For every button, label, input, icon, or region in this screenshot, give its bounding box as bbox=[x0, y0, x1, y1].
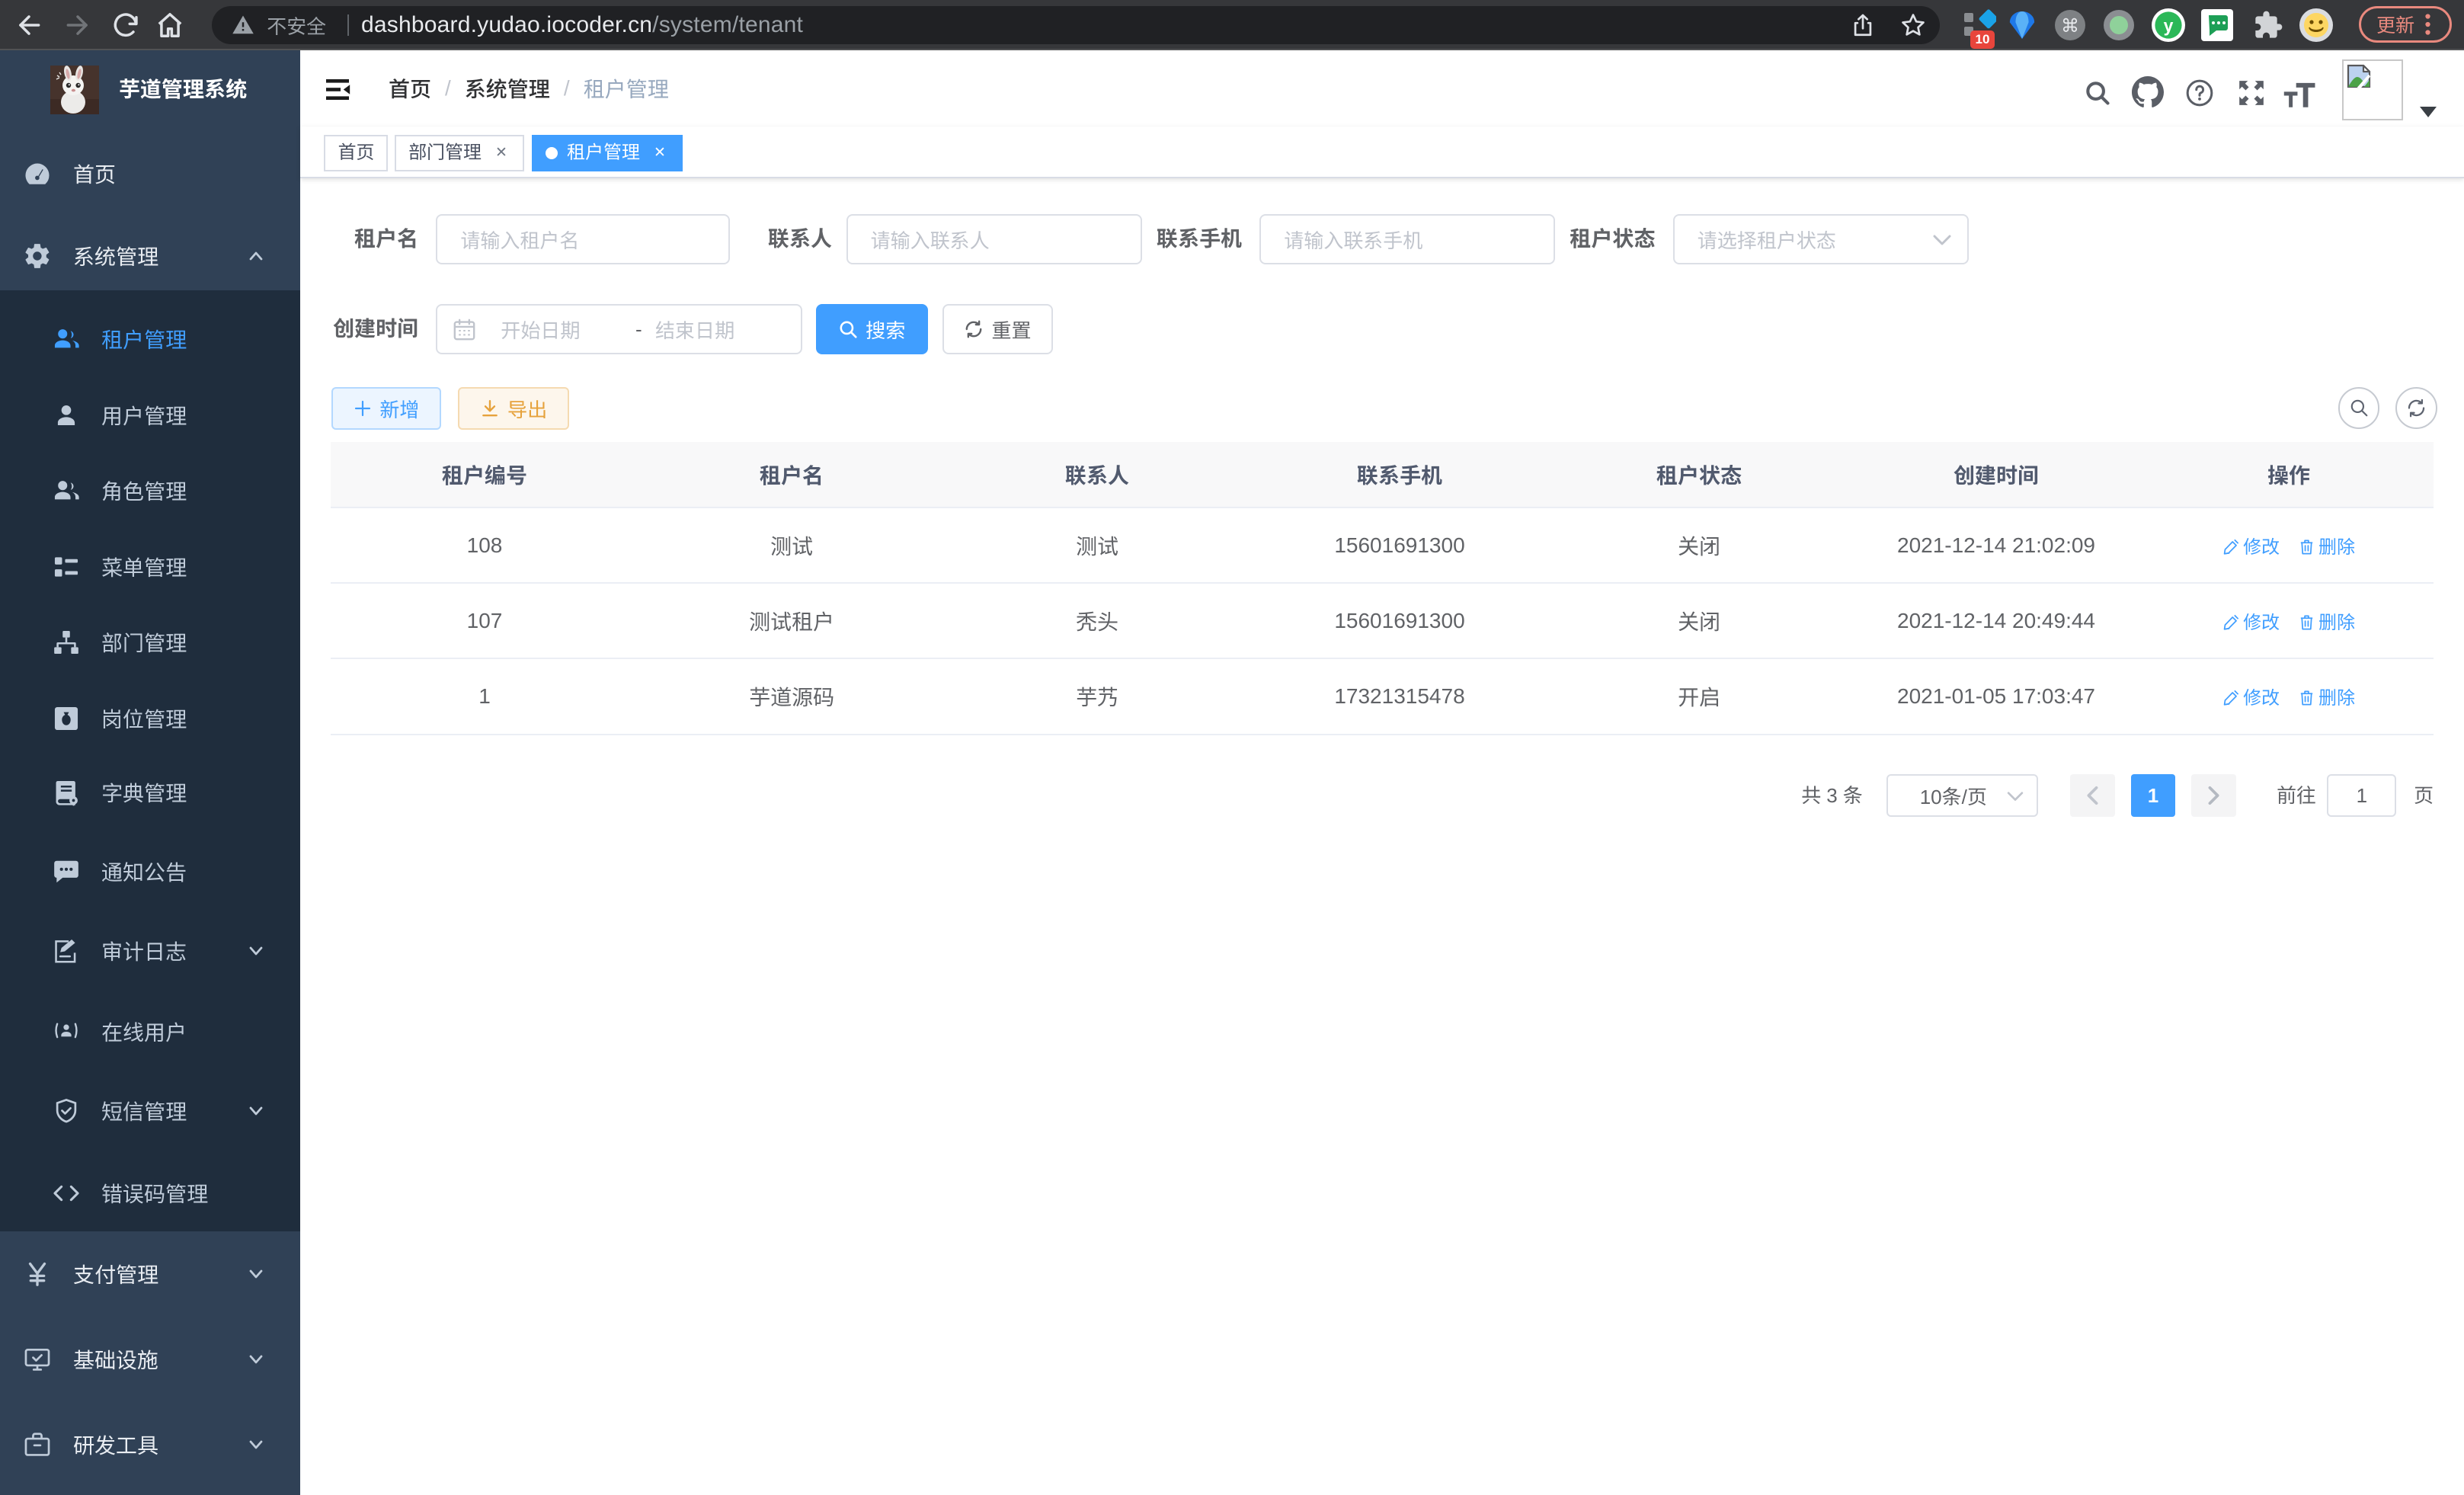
svg-text:⌘: ⌘ bbox=[2061, 16, 2079, 37]
svg-text:y: y bbox=[2164, 15, 2174, 35]
